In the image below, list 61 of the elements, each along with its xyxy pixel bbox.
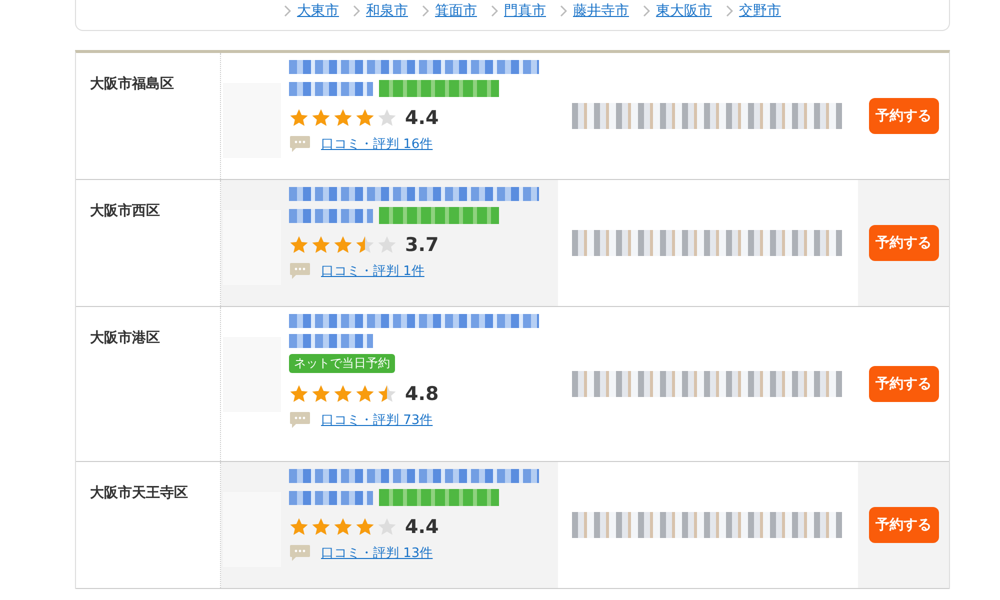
blurred-title[interactable] [289,60,539,74]
reserve-button[interactable]: 予約する [868,507,938,543]
chevron-icon [560,5,567,17]
area-link[interactable]: 和泉市 [366,2,408,20]
rating-score: 3.7 [405,234,439,256]
same-day-badge: ネットで当日予約 [289,354,395,373]
blurred-title[interactable] [289,469,539,483]
blurred-title[interactable] [289,82,373,96]
area-name: 大阪市港区 [90,330,160,346]
chevron-icon [643,5,650,17]
comment-icon [289,411,311,429]
star-icon [333,517,353,537]
reviews-link[interactable]: 口コミ・評判 13件 [321,544,433,562]
area-name: 大阪市天王寺区 [90,485,188,501]
rating-score: 4.8 [405,383,439,405]
blurred-title[interactable] [289,334,373,348]
reviews-link[interactable]: 口コミ・評判 1件 [321,262,424,280]
star-icon [289,235,309,255]
area-name: 大阪市西区 [90,203,160,219]
blurred-title[interactable] [289,208,373,222]
star-icon [355,235,375,255]
blurred-title[interactable] [289,314,539,328]
chevron-icon [726,5,733,17]
star-icon [333,108,353,128]
star-icon [289,384,309,404]
area-link[interactable]: 箕面市 [435,2,477,20]
star-icon [377,384,397,404]
blurred-title[interactable] [289,490,373,504]
chevron-icon [353,5,360,17]
reserve-button[interactable]: 予約する [868,366,938,402]
area-name: 大阪市福島区 [90,76,174,92]
chevron-icon [422,5,429,17]
chevron-icon [284,5,291,17]
star-icon [289,108,309,128]
reserve-button[interactable]: 予約する [868,225,938,261]
blurred-title[interactable] [289,187,539,201]
comment-icon [289,544,311,562]
star-icon [311,517,331,537]
rating-score: 4.4 [405,107,439,129]
star-icon [311,384,331,404]
area-link[interactable]: 大東市 [297,2,339,20]
star-icon [289,517,309,537]
star-icon [333,235,353,255]
star-icon [333,384,353,404]
chevron-icon [491,5,498,17]
rating-score: 4.4 [405,516,439,538]
area-link[interactable]: 東大阪市 [656,2,712,20]
star-icon [355,384,375,404]
reviews-link[interactable]: 口コミ・評判 73件 [321,411,433,429]
area-link[interactable]: 交野市 [739,2,781,20]
star-icon [355,517,375,537]
star-icon [311,235,331,255]
area-link[interactable]: 藤井寺市 [573,2,629,20]
star-icon [355,108,375,128]
comment-icon [289,135,311,153]
comment-icon [289,262,311,280]
star-icon [311,108,331,128]
area-link[interactable]: 門真市 [504,2,546,20]
reviews-link[interactable]: 口コミ・評判 16件 [321,135,433,153]
star-icon [377,108,397,128]
reserve-button[interactable]: 予約する [868,98,938,134]
